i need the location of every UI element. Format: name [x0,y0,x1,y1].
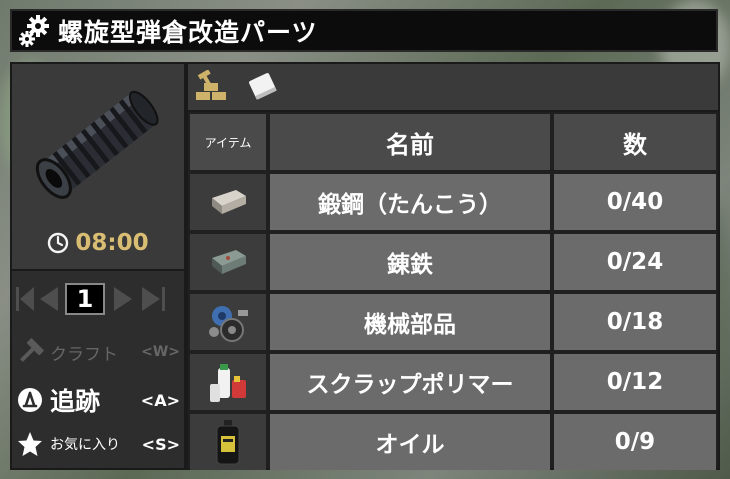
craft-time: 08:00 [12,230,184,256]
ingredient-name: 錬鉄 [270,234,550,290]
ingredient-count: 0/9 [554,414,716,470]
track-compass-icon [18,388,42,412]
gears-icon [19,14,49,47]
item-preview: 08:00 [12,64,184,271]
ingredient-name: スクラップポリマー [270,354,550,410]
column-header-name: 名前 [270,114,550,170]
first-arrow-icon[interactable] [16,285,36,313]
star-icon [18,432,42,456]
increase-arrow-icon[interactable] [112,285,134,313]
ingredient-icon-cell [190,354,266,410]
favorite-label: お気に入り [50,437,120,453]
ingredients-panel: アイテム 名前 数 鍛鋼（たんこう） 0/40 錬鉄 0/24 機械部品 0/1… [186,62,720,470]
forged-steel-icon [212,190,246,214]
ingredient-name: 鍛鋼（たんこう） [270,174,550,230]
ingredient-count: 0/18 [554,294,716,350]
ingredient-tabs [188,64,718,112]
scrap-polymers-icon [210,364,246,402]
window-title: 螺旋型弾倉改造パーツ [58,17,318,47]
last-arrow-icon[interactable] [140,285,170,313]
action-panel: 1 クラフト <W> 追跡 <A> お気に入り <S> [12,271,184,468]
ingredient-icon-cell [190,174,266,230]
ingredient-count: 0/40 [554,174,716,230]
favorite-key-hint: <S> [141,434,180,454]
quantity-stepper: 1 [12,279,184,323]
hammer-icon [20,338,44,362]
ingredient-icon-cell [190,414,266,470]
craft-button[interactable]: クラフト <W> [12,331,184,373]
book-tab-icon[interactable] [246,70,280,104]
craft-time-value: 08:00 [75,230,149,256]
ingredient-count: 0/12 [554,354,716,410]
ingredient-name: オイル [270,414,550,470]
forged-iron-icon [212,250,246,274]
craft-key-hint: <W> [141,344,180,360]
ingredient-count: 0/24 [554,234,716,290]
track-button[interactable]: 追跡 <A> [12,379,184,421]
quantity-input[interactable]: 1 [65,283,105,315]
ingredient-icon-cell [190,294,266,350]
mechanical-parts-icon [209,306,248,342]
favorite-button[interactable]: お気に入り <S> [12,423,184,465]
track-key-hint: <A> [140,390,180,410]
column-header-count: 数 [554,114,716,170]
craft-label: クラフト [50,344,118,365]
window-title-bar: 螺旋型弾倉改造パーツ [10,9,718,52]
decrease-arrow-icon[interactable] [38,285,60,313]
track-label: 追跡 [50,387,101,416]
oil-icon [216,420,240,465]
ingredient-icon-cell [190,234,266,290]
column-header-item: アイテム [190,114,266,170]
ingredient-name: 機械部品 [270,294,550,350]
recipe-detail-panel: 08:00 1 クラフト <W> 追跡 <A> お気に入り <S> [10,62,186,470]
workbench-tab-icon[interactable] [194,70,228,104]
clock-icon [48,232,69,254]
spiral-magazine-part-image [35,90,159,199]
